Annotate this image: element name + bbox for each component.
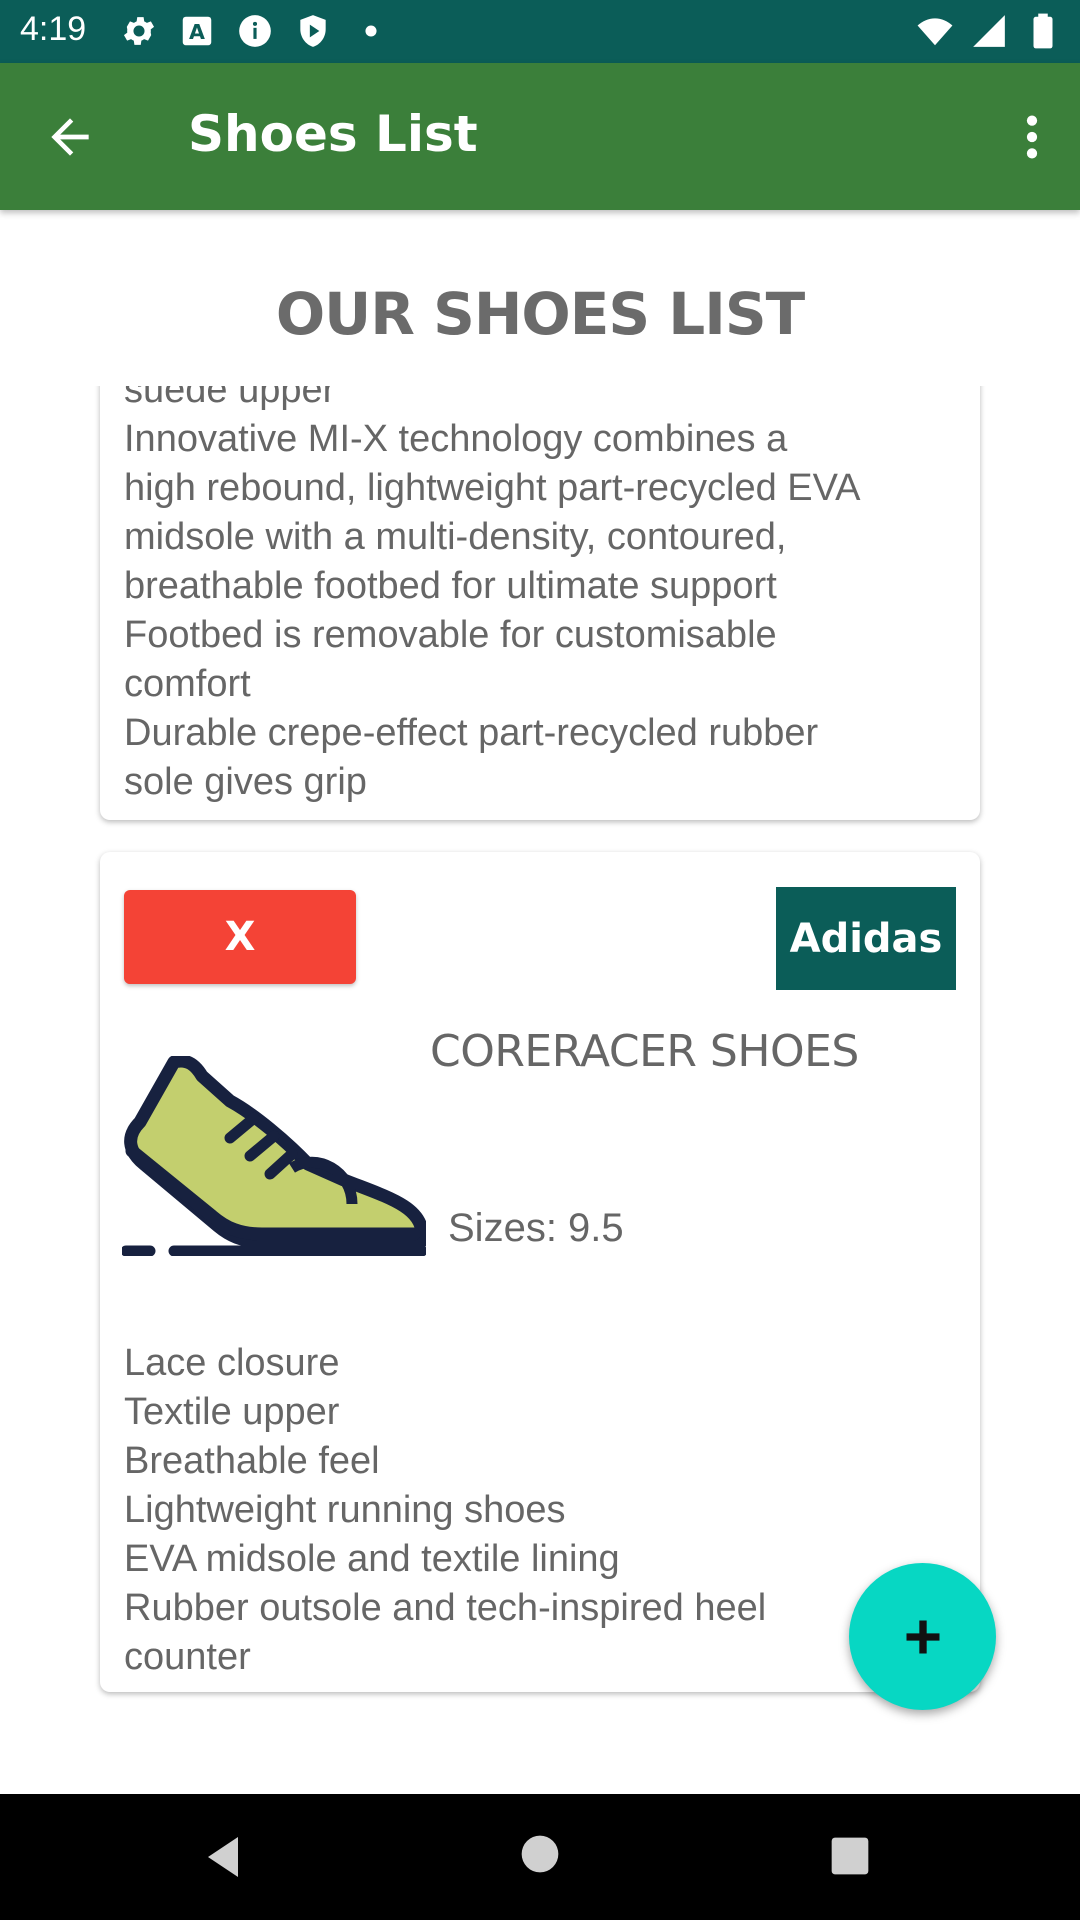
description-line: breathable footbed for ultimate support <box>124 565 777 607</box>
app-title: Shoes List <box>188 105 478 163</box>
shield-play-icon <box>300 15 326 47</box>
description-line: comfort <box>124 663 251 705</box>
description-line: Footbed is removable for customisable <box>124 614 777 656</box>
info-icon <box>239 15 271 47</box>
description-line: Lightweight running shoes <box>124 1489 566 1531</box>
signal-icon <box>973 15 1005 47</box>
shoe-description: Lace closure Textile upper Breathable fe… <box>124 1339 944 1682</box>
dot-icon <box>365 25 377 37</box>
gear-icon <box>123 17 155 45</box>
system-nav-bar <box>0 1794 1080 1920</box>
status-system-icons <box>916 12 1062 50</box>
shoe-name: CORERACER SHOES <box>430 1026 859 1077</box>
description-line: sole gives grip <box>124 761 367 803</box>
status-time: 4:19 <box>20 10 87 48</box>
description-line: suede upper <box>124 386 336 411</box>
description-line: Rubber outsole and tech-inspired heel <box>124 1587 767 1629</box>
description-line: Durable crepe-effect part-recycled rubbe… <box>124 712 819 754</box>
shoe-sizes: Sizes: 9.5 <box>448 1206 624 1250</box>
plus-icon <box>906 1620 939 1653</box>
nav-recents-icon[interactable] <box>830 1836 870 1876</box>
svg-text:A: A <box>189 20 205 44</box>
wifi-icon <box>917 18 953 46</box>
page-heading: OUR SHOES LIST <box>275 280 805 348</box>
description-line: midsole with a multi-density, contoured, <box>124 516 787 558</box>
sneaker-icon <box>122 1056 426 1256</box>
nav-home-icon[interactable] <box>520 1834 560 1874</box>
status-bar: 4:19 A <box>0 0 1080 63</box>
shoe-description: suede upper Innovative MI-X technology c… <box>124 386 944 807</box>
description-line: Textile upper <box>124 1391 340 1433</box>
text-a-icon: A <box>182 16 212 46</box>
status-notification-icons: A <box>120 12 390 50</box>
more-vert-icon[interactable] <box>1004 109 1060 165</box>
brand-badge: Adidas <box>776 887 956 990</box>
battery-icon <box>1033 13 1053 49</box>
add-shoe-button[interactable] <box>849 1563 996 1710</box>
shoe-card: X Adidas CORERACER SHOES Sizes: 9.5 Lace… <box>100 852 980 1692</box>
remove-shoe-button[interactable]: X <box>124 890 356 984</box>
description-line: counter <box>124 1636 251 1678</box>
shoe-card: suede upper Innovative MI-X technology c… <box>100 386 980 820</box>
description-line: high rebound, lightweight part-recycled … <box>124 467 861 509</box>
back-arrow-icon[interactable] <box>42 109 98 165</box>
description-line: EVA midsole and textile lining <box>124 1538 620 1580</box>
description-line: Breathable feel <box>124 1440 380 1482</box>
nav-back-icon[interactable] <box>200 1832 248 1882</box>
description-line: Innovative MI-X technology combines a <box>124 418 788 460</box>
description-line: Lace closure <box>124 1342 340 1384</box>
app-bar: Shoes List <box>0 63 1080 210</box>
